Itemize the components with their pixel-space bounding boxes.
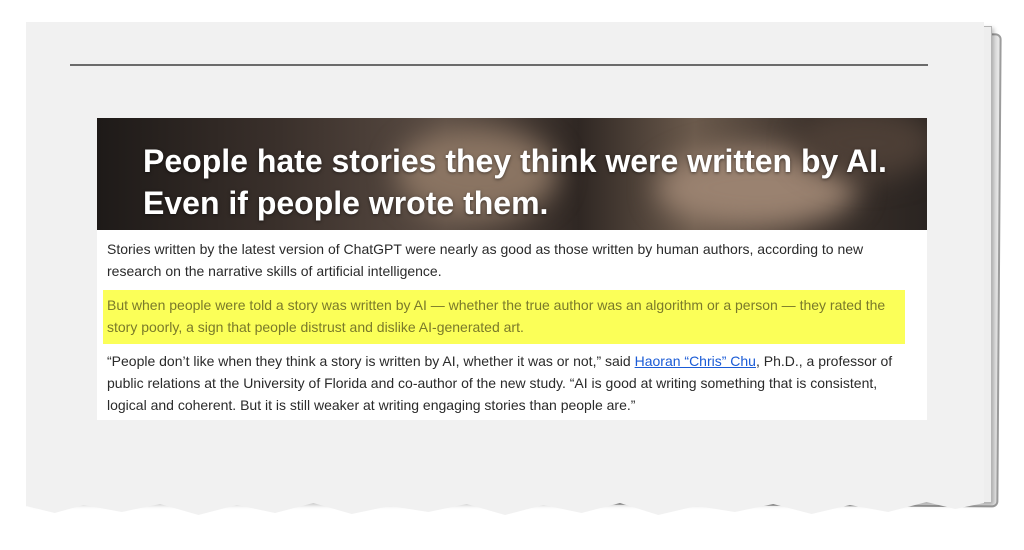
author-link[interactable]: Haoran “Chris” Chu (635, 353, 756, 369)
quote-text-before: “People don’t like when they think a sto… (107, 353, 635, 369)
hero-banner: People hate stories they think were writ… (97, 118, 927, 230)
paragraph-quote: “People don’t like when they think a sto… (107, 350, 907, 416)
headline: People hate stories they think were writ… (143, 143, 887, 221)
article-clipping: People hate stories they think were writ… (97, 118, 927, 420)
paragraph-highlighted: But when people were told a story was wr… (107, 297, 886, 335)
paragraph-intro: Stories written by the latest version of… (107, 241, 864, 279)
divider-rule (70, 64, 928, 66)
